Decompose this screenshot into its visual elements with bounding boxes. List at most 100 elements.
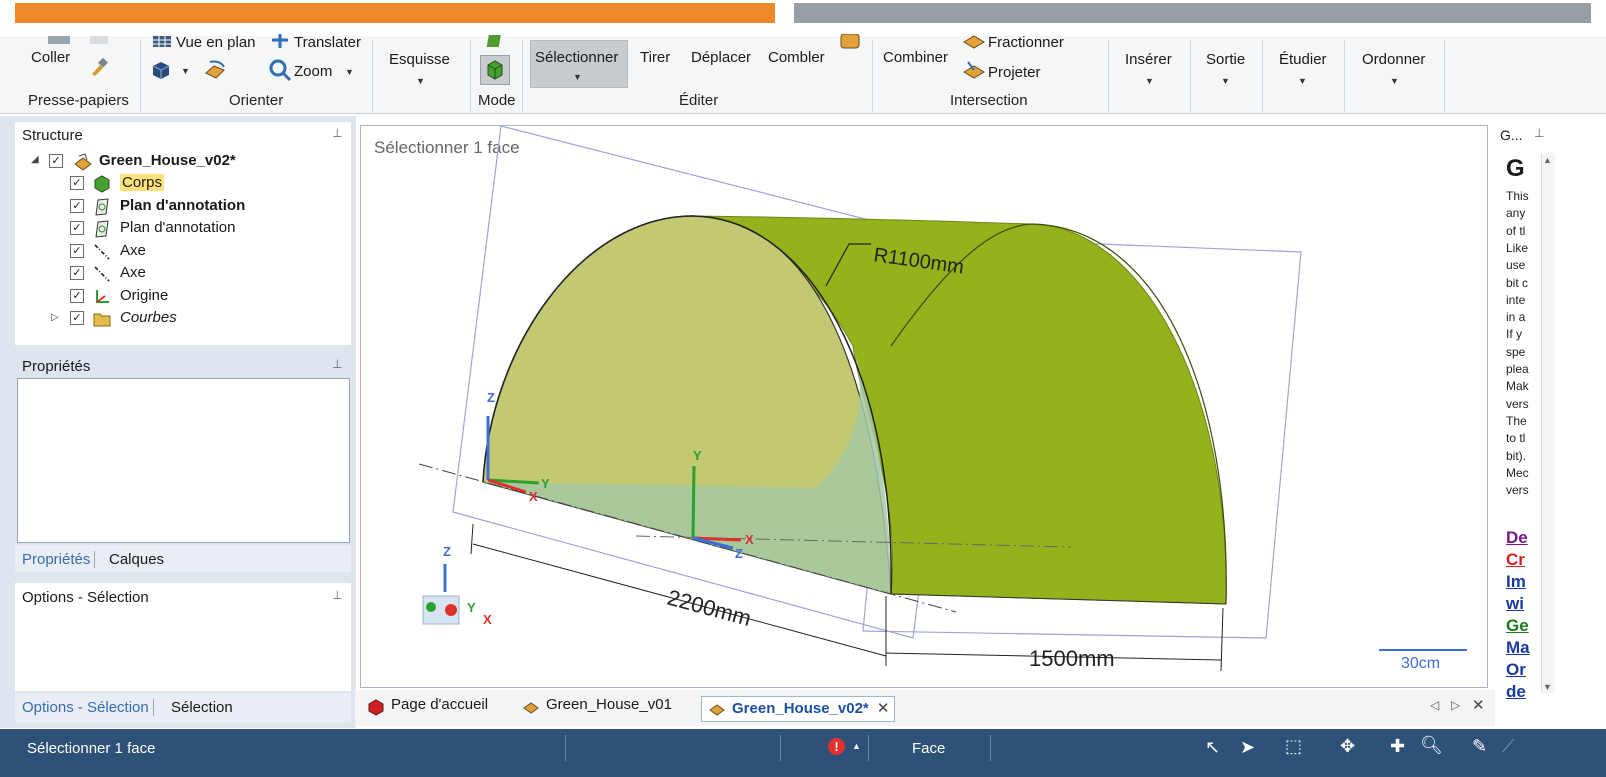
- scroll-up-icon[interactable]: ▲: [1543, 155, 1552, 165]
- tab-properties[interactable]: Propriétés: [22, 551, 96, 568]
- sketch-button[interactable]: Esquisse: [389, 51, 450, 68]
- box-select-icon[interactable]: ⬚: [1285, 736, 1302, 757]
- help-link[interactable]: De: [1506, 528, 1528, 548]
- help-text-line: bit c: [1506, 275, 1529, 290]
- help-link[interactable]: Cr: [1506, 550, 1525, 570]
- tab-selection[interactable]: Sélection: [171, 699, 233, 716]
- selection-filter[interactable]: Face: [912, 740, 945, 757]
- zoom-button[interactable]: Zoom: [294, 63, 332, 80]
- 3d-viewport[interactable]: Sélectionner 1 face R1100mm 2200mm 1500m…: [360, 125, 1488, 688]
- checkbox[interactable]: ✓: [70, 288, 84, 303]
- checkbox[interactable]: ✓: [70, 221, 84, 235]
- title-bar-gray: [794, 3, 1591, 23]
- close-icon[interactable]: ✕: [877, 700, 890, 717]
- chevron-up-icon[interactable]: ▲: [852, 741, 861, 751]
- study-button[interactable]: Étudier: [1279, 51, 1327, 68]
- home-view-icon[interactable]: [150, 59, 172, 81]
- tab-options-selection[interactable]: Options - Sélection: [22, 699, 154, 716]
- tree-item[interactable]: ✓ Origine: [0, 287, 350, 309]
- axis-label-z: Z: [735, 546, 743, 561]
- tab-green-house-v01[interactable]: Green_House_v01: [520, 696, 672, 722]
- checkbox[interactable]: ✓: [70, 176, 84, 190]
- help-text-line: of tl: [1506, 223, 1526, 238]
- project-button[interactable]: Projeter: [988, 64, 1041, 81]
- pan-icon[interactable]: ✚: [1390, 736, 1405, 757]
- pin-icon[interactable]: ⊥: [332, 588, 342, 602]
- line-icon[interactable]: ⟋: [1502, 736, 1515, 757]
- translate-button[interactable]: Translater: [294, 34, 361, 51]
- order-button[interactable]: Ordonner: [1362, 51, 1425, 68]
- tree-item[interactable]: ✓ Plan d'annotation: [0, 219, 350, 241]
- tab-green-house-v02[interactable]: Green_House_v02* ✕: [701, 696, 895, 722]
- pointer-icon[interactable]: ➤: [1240, 737, 1255, 758]
- tab-label: Green_House_v01: [546, 696, 672, 713]
- zoom-icon: [269, 59, 292, 82]
- zoom-icon[interactable]: 🔍︎: [1420, 735, 1443, 756]
- tab-home-page[interactable]: Page d'accueil: [365, 696, 488, 722]
- help-link[interactable]: de: [1506, 682, 1526, 702]
- expand-icon[interactable]: ◢: [31, 154, 39, 165]
- help-link[interactable]: Ge: [1506, 616, 1529, 636]
- pull-button[interactable]: Tirer: [640, 49, 670, 66]
- chevron-down-icon[interactable]: ▼: [416, 76, 425, 86]
- rotate-icon[interactable]: ✥: [1340, 736, 1355, 757]
- help-link[interactable]: Or: [1506, 660, 1526, 680]
- split-button[interactable]: Fractionner: [988, 34, 1064, 51]
- help-heading: G: [1506, 155, 1525, 182]
- warning-icon[interactable]: !: [828, 738, 845, 755]
- scrollbar[interactable]: [1541, 153, 1555, 693]
- split-icon: [963, 35, 985, 49]
- help-text-line: spe: [1506, 344, 1526, 359]
- chevron-down-icon[interactable]: ▼: [1221, 76, 1230, 86]
- model-canvas[interactable]: R1100mm 2200mm 1500mm Z Y X Y X Z Z Y X …: [361, 126, 1487, 687]
- help-text-line: vers: [1506, 483, 1529, 498]
- output-button[interactable]: Sortie: [1206, 51, 1245, 68]
- pin-icon[interactable]: ⊥: [332, 357, 342, 371]
- pin-icon[interactable]: ⊥: [332, 126, 342, 140]
- chevron-down-icon[interactable]: ▼: [1298, 76, 1307, 86]
- move-button[interactable]: Déplacer: [691, 49, 751, 66]
- plan-view-button[interactable]: Vue en plan: [176, 34, 256, 51]
- combine-button[interactable]: Combiner: [883, 49, 948, 66]
- tree-item[interactable]: ✓ Axe: [0, 242, 350, 264]
- body-icon: [93, 175, 111, 193]
- checkbox[interactable]: ✓: [49, 154, 63, 168]
- copy-icon: [90, 36, 108, 44]
- chevron-down-icon[interactable]: ▼: [1390, 76, 1399, 86]
- chevron-down-icon[interactable]: ▼: [573, 72, 582, 82]
- tree-item[interactable]: ✓ Axe: [0, 264, 350, 286]
- help-text-line: in a: [1506, 310, 1526, 325]
- sketch-mode-icon[interactable]: [485, 34, 505, 48]
- scroll-left-icon[interactable]: ◁: [1430, 698, 1439, 712]
- checkbox[interactable]: ✓: [70, 243, 84, 258]
- structure-tree: ◢ ✓ Green_House_v02* ✓ Corps ✓ Plan d'annot…: [0, 152, 350, 332]
- close-all-icon[interactable]: ✕: [1472, 696, 1485, 714]
- ribbon-separator: [1190, 40, 1191, 112]
- pin-icon[interactable]: ⊥: [1534, 126, 1544, 140]
- tree-root[interactable]: ◢ ✓ Green_House_v02*: [0, 152, 350, 174]
- orbit-icon[interactable]: [202, 58, 228, 82]
- tree-item[interactable]: ▷ ✓ Courbes: [0, 309, 350, 331]
- scroll-right-icon[interactable]: ▷: [1451, 698, 1460, 712]
- chevron-down-icon[interactable]: ▼: [181, 66, 190, 76]
- checkbox[interactable]: ✓: [70, 311, 84, 325]
- paste-button[interactable]: Coller: [31, 49, 70, 66]
- fill-button[interactable]: Combler: [768, 49, 825, 66]
- chevron-down-icon[interactable]: ▼: [1145, 76, 1154, 86]
- insert-button[interactable]: Insérer: [1125, 51, 1172, 68]
- tree-item[interactable]: ✓ Plan d'annotation: [0, 197, 350, 219]
- help-link[interactable]: wi: [1506, 594, 1524, 614]
- blend-icon[interactable]: [838, 34, 862, 50]
- tree-item[interactable]: ✓ Corps: [0, 174, 350, 196]
- checkbox[interactable]: ✓: [70, 198, 84, 213]
- select-arrow-icon[interactable]: ↖: [1205, 737, 1220, 758]
- checkbox[interactable]: ✓: [70, 266, 84, 280]
- scroll-down-icon[interactable]: ▼: [1543, 682, 1552, 692]
- chevron-down-icon[interactable]: ▼: [345, 67, 354, 77]
- format-painter-icon[interactable]: [88, 56, 110, 78]
- help-link[interactable]: Im: [1506, 572, 1526, 592]
- tab-layers[interactable]: Calques: [109, 551, 164, 568]
- pen-icon[interactable]: ✎: [1472, 736, 1487, 757]
- help-link[interactable]: Ma: [1506, 638, 1530, 658]
- expand-icon[interactable]: ▷: [51, 312, 59, 323]
